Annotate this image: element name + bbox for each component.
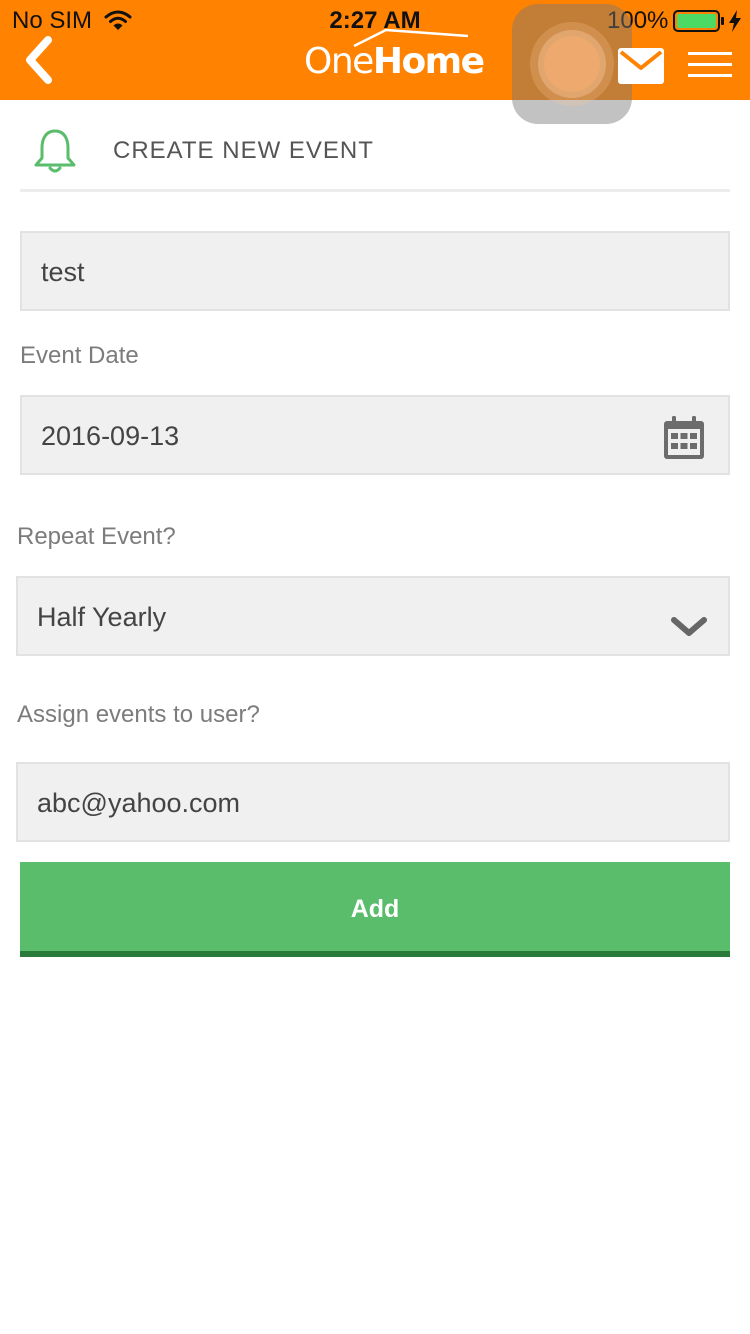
assistive-touch-button[interactable] xyxy=(512,4,632,124)
section-divider xyxy=(20,189,730,192)
add-button[interactable]: Add xyxy=(20,862,730,957)
event-date-label: Event Date xyxy=(20,342,139,369)
event-name-value: test xyxy=(41,257,85,287)
page-title: CREATE NEW EVENT xyxy=(113,137,374,164)
charging-bolt-icon xyxy=(729,10,741,32)
event-date-value: 2016-09-13 xyxy=(41,421,180,451)
logo-text: OneHome xyxy=(304,40,485,84)
mail-icon xyxy=(618,48,664,84)
event-date-input[interactable]: 2016-09-13 xyxy=(20,395,730,475)
calendar-icon[interactable] xyxy=(662,415,706,461)
hamburger-menu-icon xyxy=(688,52,732,77)
hamburger-menu-button[interactable] xyxy=(688,50,732,80)
repeat-event-select[interactable]: Half Yearly xyxy=(16,576,730,656)
mail-button[interactable] xyxy=(618,48,664,84)
logo-text-light: One xyxy=(304,41,374,82)
back-chevron-icon xyxy=(26,36,52,84)
assign-user-label: Assign events to user? xyxy=(17,701,260,728)
add-button-label: Add xyxy=(350,895,400,923)
repeat-event-label: Repeat Event? xyxy=(17,523,176,550)
top-bar: No SIM 2:27 AM 100% OneHome xyxy=(0,0,750,100)
chevron-down-icon xyxy=(671,617,707,636)
event-name-input[interactable]: test xyxy=(20,231,730,311)
logo-text-bold: Home xyxy=(372,41,485,82)
back-button[interactable] xyxy=(18,34,64,88)
bell-icon xyxy=(34,129,76,173)
assign-user-value: abc@yahoo.com xyxy=(37,788,241,818)
repeat-event-value: Half Yearly xyxy=(37,602,167,632)
assign-user-input[interactable]: abc@yahoo.com xyxy=(16,762,730,842)
app-logo: OneHome xyxy=(296,28,485,88)
assistive-touch-dot xyxy=(544,36,600,92)
battery-icon xyxy=(673,10,724,32)
